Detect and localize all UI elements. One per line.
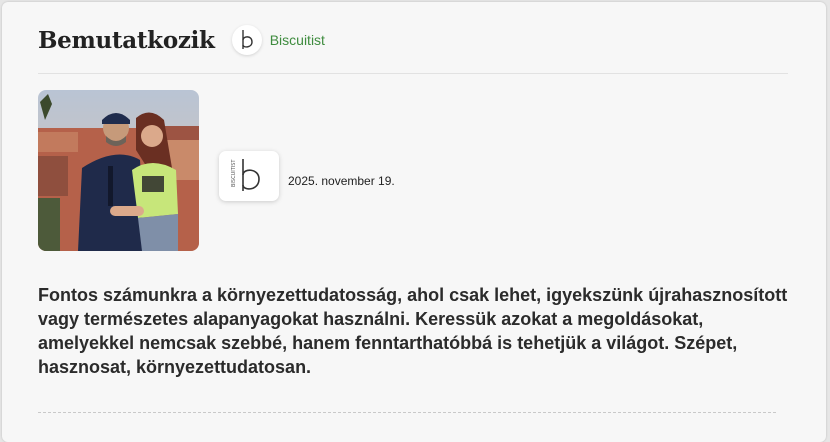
- header-divider: [38, 73, 788, 74]
- author-description: Fontos számunkra a környezettudatosság, …: [38, 285, 788, 377]
- logo-wordmark: BISCUITIST: [231, 159, 237, 187]
- dashed-separator: [38, 412, 776, 413]
- section-title: Bemutatkozik: [38, 26, 215, 54]
- biscuitist-logo-icon[interactable]: [231, 25, 262, 55]
- brand-name-link[interactable]: Biscuitist: [270, 32, 325, 48]
- section-header: Bemutatkozik Biscuitist: [38, 22, 325, 58]
- couple-photo[interactable]: [38, 90, 199, 251]
- author-logo[interactable]: BISCUITIST: [219, 151, 279, 201]
- post-date: 2025. november 19.: [288, 174, 395, 188]
- biscuitist-logo-icon: BISCUITIST: [231, 159, 260, 191]
